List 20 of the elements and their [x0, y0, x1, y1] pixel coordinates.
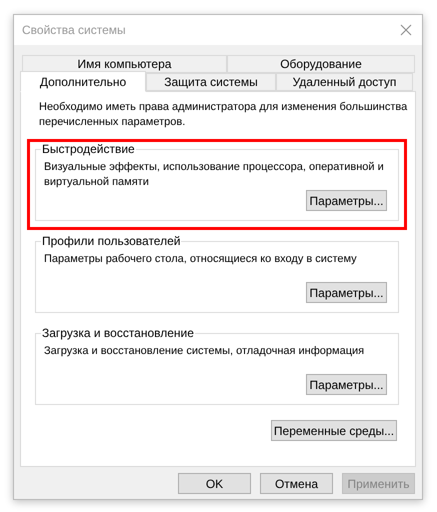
group-title: Быстродействие — [41, 142, 136, 156]
settings-button[interactable]: Параметры... — [306, 282, 387, 303]
settings-button[interactable]: Параметры... — [306, 190, 387, 211]
settings-button[interactable]: Параметры... — [306, 374, 387, 395]
group-description: Параметры рабочего стола, относящиеся ко входу в систему — [44, 252, 358, 267]
dialog-button[interactable]: Отмена — [260, 473, 333, 494]
notice-text: Необходимо иметь права администратора для изменения большинства перечисленных параметров. — [38, 100, 408, 130]
tab[interactable]: Имя компьютера — [22, 55, 227, 73]
window-title: Свойства системы — [22, 22, 126, 39]
close-icon[interactable] — [400, 24, 412, 36]
dialog-button[interactable]: OK — [178, 473, 251, 494]
group-description: Визуальные эффекты, использование процессора, оперативной и виртуальной памяти — [44, 160, 385, 190]
environment-variables-button[interactable]: Переменные среды... — [271, 420, 397, 441]
tab[interactable]: Защита системы — [146, 73, 276, 91]
group-title: Профили пользователей — [41, 234, 182, 248]
tab[interactable]: Оборудование — [227, 55, 415, 73]
group-description: Загрузка и восстановление системы, отладочная информация — [44, 344, 366, 359]
group-title: Загрузка и восстановление — [41, 326, 195, 340]
tab[interactable]: Дополнительно — [20, 71, 146, 92]
tab[interactable]: Удаленный доступ — [276, 73, 413, 91]
